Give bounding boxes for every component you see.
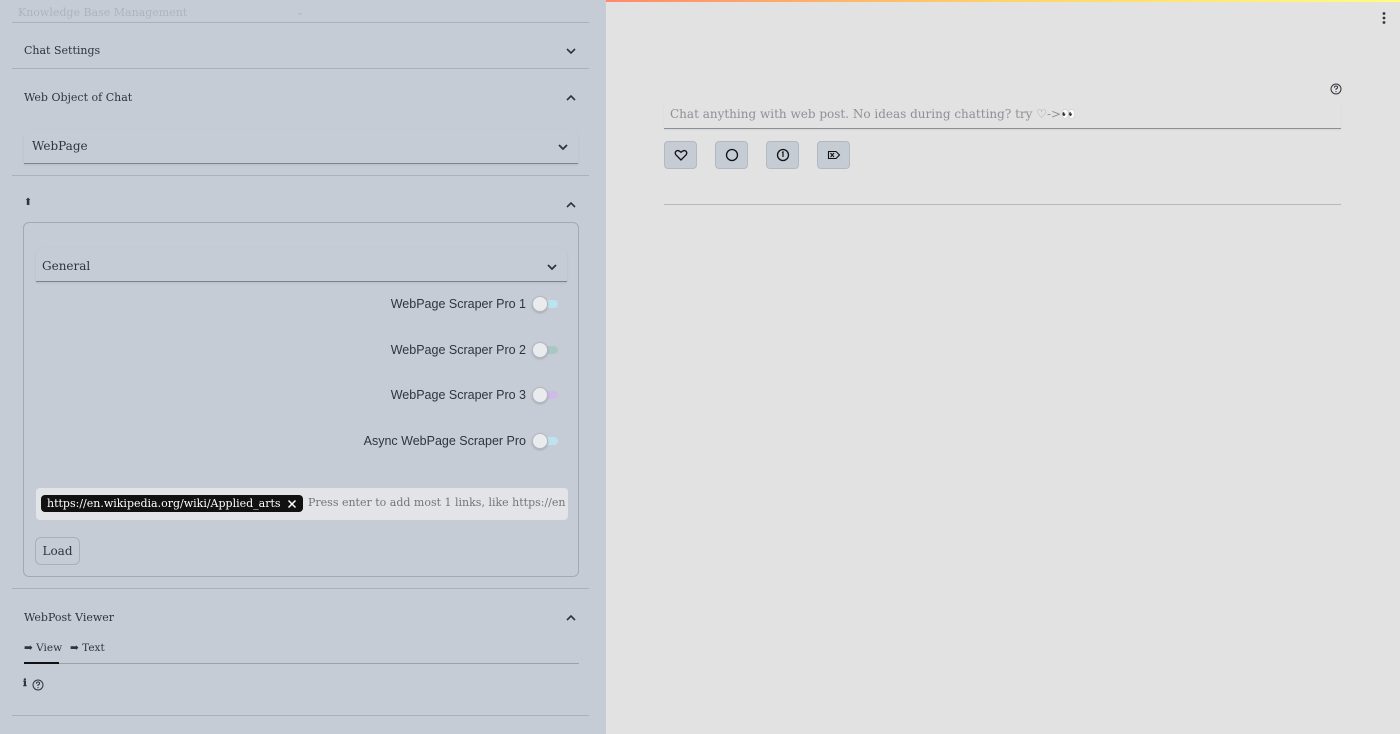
close-icon[interactable]	[287, 499, 297, 509]
web-object-select-value: WebPage	[32, 139, 88, 153]
chevron-down-icon	[556, 140, 570, 154]
toggle-label: WebPage Scraper Pro 1	[390, 297, 526, 311]
url-tag: https://en.wikipedia.org/wiki/Applied_ar…	[41, 495, 303, 512]
scraper-section-title[interactable]: ⬆	[24, 197, 32, 208]
chat-settings-title[interactable]: Chat Settings	[24, 44, 100, 57]
webpost-viewer-title[interactable]: WebPost Viewer	[24, 611, 114, 624]
collapsed-section-label: Knowledge Base Management	[18, 6, 188, 19]
more-menu-icon[interactable]	[1378, 10, 1390, 26]
chevron-down-icon: ⌄	[296, 8, 304, 18]
toggle-scraper-pro-2[interactable]: WebPage Scraper Pro 2	[391, 340, 560, 360]
divider	[664, 204, 1341, 205]
load-button[interactable]: Load	[35, 537, 80, 565]
web-object-title[interactable]: Web Object of Chat	[24, 91, 132, 104]
circle-button[interactable]	[715, 141, 748, 169]
toggle-switch[interactable]	[532, 386, 560, 404]
toggle-switch[interactable]	[532, 341, 560, 359]
toggle-label: Async WebPage Scraper Pro	[363, 434, 526, 448]
scraper-mode-select[interactable]: General	[36, 248, 567, 282]
web-object-select[interactable]: WebPage	[24, 130, 578, 164]
toggle-switch[interactable]	[532, 295, 560, 313]
url-input[interactable]	[308, 496, 566, 509]
chevron-down-icon	[545, 260, 559, 274]
heart-icon	[674, 148, 688, 162]
divider	[12, 175, 589, 176]
url-tags-input[interactable]: https://en.wikipedia.org/wiki/Applied_ar…	[36, 488, 568, 520]
divider	[12, 588, 589, 589]
scraper-mode-select-value: General	[42, 259, 91, 273]
divider	[12, 715, 589, 716]
top-decoration-bar	[606, 0, 1400, 2]
chat-input-placeholder: Chat anything with web post. No ideas du…	[670, 107, 1077, 121]
help-icon[interactable]	[32, 679, 44, 691]
toggle-async-scraper-pro[interactable]: Async WebPage Scraper Pro	[364, 431, 560, 451]
chevron-down-icon[interactable]	[564, 44, 578, 58]
circle-icon	[725, 148, 739, 162]
chat-input[interactable]: Chat anything with web post. No ideas du…	[664, 100, 1341, 129]
chevron-up-icon[interactable]	[564, 91, 578, 105]
info-icon: ℹ	[23, 678, 27, 689]
toggle-label: WebPage Scraper Pro 2	[390, 343, 526, 357]
sidebar: Knowledge Base Management ⌄ Chat Setting…	[0, 0, 606, 734]
toggle-scraper-pro-1[interactable]: WebPage Scraper Pro 1	[391, 294, 560, 314]
toggle-scraper-pro-3[interactable]: WebPage Scraper Pro 3	[391, 385, 560, 405]
tab-bar-divider	[24, 663, 579, 664]
timer-icon	[776, 148, 790, 162]
chevron-up-icon[interactable]	[564, 198, 578, 212]
toggle-switch[interactable]	[532, 432, 560, 450]
tab-view[interactable]: ➡ View	[24, 642, 62, 654]
chevron-up-icon[interactable]	[564, 611, 578, 625]
tab-text[interactable]: ➡ Text	[70, 642, 105, 654]
timer-button[interactable]	[766, 141, 799, 169]
divider	[12, 22, 589, 23]
toggle-label: WebPage Scraper Pro 3	[390, 388, 526, 402]
tab-active-indicator	[24, 662, 59, 664]
backspace-button[interactable]	[817, 141, 850, 169]
backspace-icon	[827, 148, 841, 162]
heart-button[interactable]	[664, 141, 697, 169]
help-icon[interactable]	[1330, 83, 1342, 95]
url-tag-label: https://en.wikipedia.org/wiki/Applied_ar…	[47, 497, 281, 510]
divider	[12, 68, 589, 69]
